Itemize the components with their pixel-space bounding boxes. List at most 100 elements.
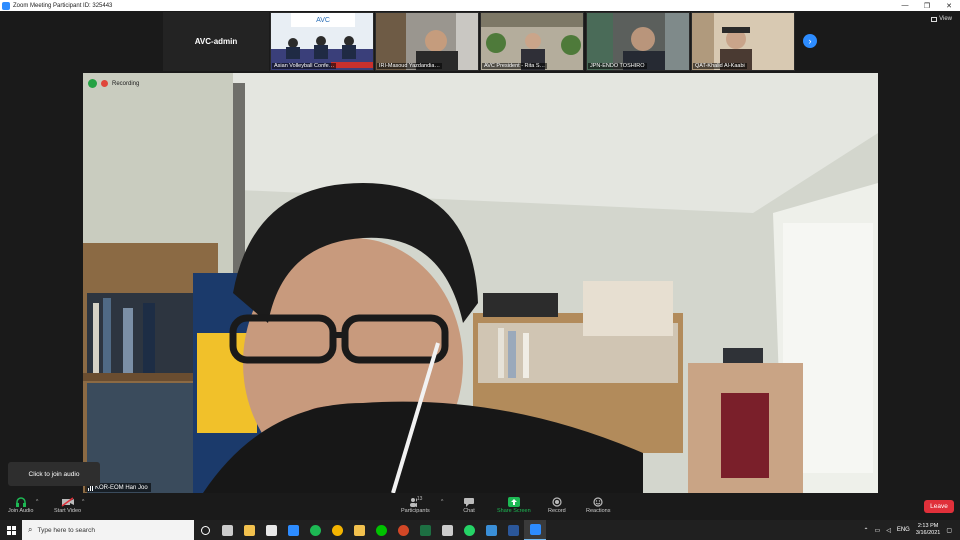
windows-taskbar: ⌕ Type here to search	[0, 520, 960, 540]
video-options-caret[interactable]: ^	[82, 499, 84, 505]
participant-name: QAT-Khalid Al-Kaabi	[693, 63, 747, 69]
start-video-label: Start Video	[54, 508, 82, 514]
chat-icon	[462, 496, 476, 508]
record-dot-icon	[101, 80, 108, 87]
folder-taskbar-button[interactable]	[348, 520, 370, 540]
record-button[interactable]: Record	[548, 496, 566, 514]
participant-name: IRI-Masoud Yazdandia…	[377, 63, 442, 69]
mail-taskbar-button[interactable]	[282, 520, 304, 540]
audio-options-caret[interactable]: ^	[36, 499, 38, 505]
word-taskbar-button[interactable]	[502, 520, 524, 540]
record-label: Record	[548, 508, 566, 514]
folder-icon	[353, 524, 365, 536]
notifications-icon[interactable]: ▢	[946, 527, 952, 534]
join-audio-tooltip: Click to join audio	[8, 462, 100, 486]
join-audio-label: Join Audio	[8, 508, 34, 514]
zoom-icon	[529, 524, 541, 535]
spotify-icon	[309, 524, 321, 536]
participant-tile[interactable]: AVC Asian Volleyball Confe…	[270, 12, 374, 71]
volume-icon[interactable]: ◁	[886, 527, 891, 534]
join-audio-button[interactable]: Join Audio	[8, 496, 33, 514]
speaker-name: KOR-EOM Han Joo	[95, 484, 148, 491]
leave-button[interactable]: Leave	[924, 500, 954, 513]
cortana-taskbar-button[interactable]	[194, 520, 216, 540]
system-tray: ⌃ ▭ ◁ ENG 2:13 PM 3/16/2021 ▢	[864, 520, 960, 540]
cortana-icon	[200, 525, 210, 535]
view-label: View	[939, 16, 952, 22]
share-screen-button[interactable]: Share Screen	[497, 496, 531, 514]
participants-icon: 13	[408, 496, 422, 508]
powerpoint-taskbar-button[interactable]	[392, 520, 414, 540]
grid-view-icon	[931, 16, 938, 22]
shield-icon	[88, 79, 97, 88]
store-icon	[265, 524, 277, 536]
recording-indicator: Recording	[88, 79, 139, 88]
participant-name: AVC President - Rita S…	[482, 63, 548, 69]
reactions-button[interactable]: Reactions	[586, 496, 610, 514]
share-screen-label: Share Screen	[497, 508, 531, 514]
start-video-button[interactable]: Start Video	[54, 496, 81, 514]
svg-text:AVC: AVC	[316, 17, 330, 24]
chat-button[interactable]: Chat	[462, 496, 476, 514]
record-icon	[550, 496, 564, 508]
settings-taskbar-button[interactable]	[436, 520, 458, 540]
reactions-label: Reactions	[586, 508, 611, 514]
whatsapp-icon	[463, 524, 475, 536]
chrome-taskbar-button[interactable]	[326, 520, 348, 540]
active-speaker-video: Recording KOR-EOM Han Joo	[83, 73, 878, 493]
window-title: Zoom Meeting Participant ID: 325443	[13, 2, 113, 9]
mail-icon	[287, 524, 299, 536]
participants-count: 13	[416, 496, 423, 502]
meeting-toolbar: Join Audio ^ Start Video ^ 13 Participan…	[0, 493, 960, 520]
photos-taskbar-button[interactable]	[480, 520, 502, 540]
next-page-button[interactable]: ›	[803, 34, 817, 48]
excel-taskbar-button[interactable]	[414, 520, 436, 540]
recording-label: Recording	[112, 80, 140, 87]
zoom-app-icon	[2, 1, 10, 10]
file-explorer-icon	[243, 524, 255, 536]
participant-name: Asian Volleyball Confe…	[272, 63, 337, 69]
zoom-taskbar-button[interactable]	[524, 520, 546, 540]
line-icon	[375, 524, 387, 536]
line-taskbar-button[interactable]	[370, 520, 392, 540]
windows-logo-icon	[6, 525, 16, 535]
participants-button[interactable]: 13 Participants	[401, 496, 430, 514]
clock-date: 3/16/2021	[915, 530, 941, 536]
language-indicator[interactable]: ENG	[897, 527, 910, 533]
network-icon[interactable]: ▭	[875, 527, 881, 534]
settings-icon	[441, 524, 453, 536]
search-icon: ⌕	[28, 525, 33, 534]
store-taskbar-button[interactable]	[260, 520, 282, 540]
share-screen-icon	[507, 496, 521, 508]
participant-tile-admin[interactable]: AVC-admin	[163, 12, 269, 71]
close-button[interactable]: ✕	[938, 0, 960, 11]
video-off-icon	[61, 496, 75, 508]
participants-label: Participants	[401, 508, 430, 514]
photos-icon	[485, 524, 497, 536]
view-button[interactable]: View	[931, 16, 952, 22]
participant-name: JPN-ENDO TOSHIRO	[588, 63, 647, 69]
search-placeholder: Type here to search	[37, 526, 95, 534]
participant-tile[interactable]: IRI-Masoud Yazdandia…	[375, 12, 479, 71]
tray-overflow-icon[interactable]: ⌃	[864, 527, 869, 534]
taskbar-clock[interactable]: 2:13 PM 3/16/2021	[916, 523, 940, 537]
file-explorer-taskbar-button[interactable]	[238, 520, 260, 540]
title-bar: Zoom Meeting Participant ID: 325443 — ❐ …	[0, 0, 960, 11]
task-view-taskbar-button[interactable]	[216, 520, 238, 540]
participant-tile[interactable]: JPN-ENDO TOSHIRO	[586, 12, 690, 71]
spotify-taskbar-button[interactable]	[304, 520, 326, 540]
participant-tile[interactable]: AVC President - Rita S…	[480, 12, 584, 71]
word-icon	[507, 524, 519, 536]
whatsapp-taskbar-button[interactable]	[458, 520, 480, 540]
minimize-button[interactable]: —	[894, 0, 916, 11]
video-feed	[83, 73, 878, 493]
participants-options-caret[interactable]: ^	[441, 499, 443, 505]
participant-tile[interactable]: QAT-Khalid Al-Kaabi	[691, 12, 795, 71]
gallery-strip: AVC-admin AVC Asian Volleyball Confe… IR…	[0, 11, 960, 73]
smiley-icon	[591, 496, 605, 508]
maximize-button[interactable]: ❐	[916, 0, 938, 11]
start-button[interactable]	[0, 520, 22, 540]
task-view-icon	[221, 524, 233, 536]
taskbar-search-box[interactable]: ⌕ Type here to search	[22, 520, 194, 540]
headphones-icon	[14, 496, 28, 508]
